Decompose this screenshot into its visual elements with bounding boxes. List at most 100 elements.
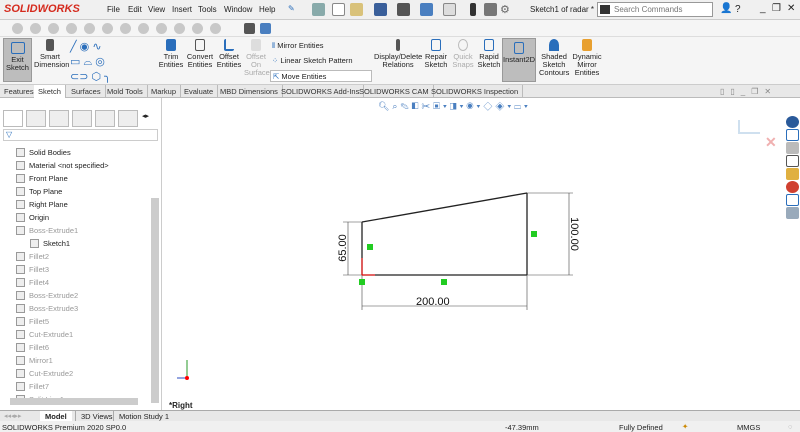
user-icon[interactable]: 👤: [720, 3, 732, 14]
menu-tools[interactable]: Tools: [198, 5, 217, 14]
tree-item[interactable]: Fillet5: [16, 317, 49, 330]
toolbar-icon[interactable]: [102, 23, 113, 34]
menu-view[interactable]: View: [148, 5, 165, 14]
rapid-sketch-button[interactable]: Rapid Sketch: [477, 39, 501, 69]
pin-icon[interactable]: ✎: [288, 4, 295, 13]
toolbar-icon[interactable]: [48, 23, 59, 34]
horizontal-scrollbar[interactable]: [10, 398, 138, 405]
menu-help[interactable]: Help: [259, 5, 275, 14]
minimize-icon[interactable]: _: [760, 3, 766, 14]
tree-item[interactable]: Right Plane: [16, 200, 68, 213]
dimxpert-tab-icon[interactable]: [72, 110, 92, 127]
file-properties-icon[interactable]: [484, 3, 497, 16]
save-icon[interactable]: [374, 3, 387, 16]
linear-pattern-button[interactable]: ⁘ Linear Sketch Pattern: [272, 56, 353, 65]
open-icon[interactable]: [350, 3, 363, 16]
appearances-icon[interactable]: [786, 181, 799, 193]
rebuild-status-icon[interactable]: ✦: [682, 422, 688, 431]
cam-tab-icon[interactable]: [118, 110, 138, 127]
tab-markup[interactable]: Markup: [147, 85, 182, 98]
feature-manager-tab-icon[interactable]: [3, 110, 23, 127]
tab-features[interactable]: Features: [0, 85, 39, 98]
tree-item[interactable]: Cut-Extrude1: [16, 330, 73, 343]
display-delete-relations-button[interactable]: Display/Delete Relations: [374, 39, 422, 69]
graphics-area[interactable]: 🔍︎⌕✎◧✂▣▾◨▾◉▾◇◈▾▭▾ ✕ 65.00 100.00 200.00 …: [165, 98, 785, 410]
toolbar-icon[interactable]: [192, 23, 203, 34]
tree-item[interactable]: Sketch1: [30, 239, 70, 252]
dimension-100[interactable]: 100.00: [568, 217, 580, 251]
view-window-controls[interactable]: ▯▯_❐✕: [720, 87, 777, 96]
dimension-200[interactable]: 200.00: [416, 296, 450, 308]
exit-sketch-button[interactable]: Exit Sketch: [3, 38, 32, 82]
tree-item[interactable]: Fillet6: [16, 343, 49, 356]
tab-inspection[interactable]: SOLIDWORKS Inspection: [427, 85, 524, 98]
tree-item[interactable]: Boss-Extrude1: [16, 226, 78, 239]
toolbar-icon[interactable]: [30, 23, 41, 34]
tree-item[interactable]: Fillet7: [16, 382, 49, 395]
tab-evaluate[interactable]: Evaluate: [180, 85, 219, 98]
options-gear-icon[interactable]: ⚙: [500, 3, 510, 16]
file-explorer-icon[interactable]: [786, 155, 799, 167]
home-icon[interactable]: [786, 129, 799, 141]
tree-item[interactable]: Fillet3: [16, 265, 49, 278]
view-palette-icon[interactable]: [786, 168, 799, 180]
tree-item[interactable]: Fillet4: [16, 278, 49, 291]
tab-cam[interactable]: SOLIDWORKS CAM: [355, 85, 434, 98]
tree-item[interactable]: Boss-Extrude2: [16, 291, 78, 304]
restore-icon[interactable]: ❐: [772, 3, 781, 14]
custom-properties-icon[interactable]: [786, 194, 799, 206]
toolbar-icon[interactable]: [84, 23, 95, 34]
instant2d-button[interactable]: Instant2D: [502, 38, 536, 82]
search-commands-input[interactable]: Search Commands: [597, 2, 713, 17]
menu-file[interactable]: File: [107, 5, 120, 14]
sketch-entities-grid[interactable]: ╱ ◉ ∿ ▭ ⌓ ◎ ⊂⊃ ⬡ ╮: [70, 40, 150, 85]
select-arrow-icon[interactable]: [443, 3, 456, 16]
tab-mbd-dimensions[interactable]: MBD Dimensions: [216, 85, 283, 98]
tab-surfaces[interactable]: Surfaces: [67, 85, 106, 98]
mirror-entities-button[interactable]: ⫴ Mirror Entities: [272, 41, 324, 51]
smart-dimension-button[interactable]: Smart Dimension: [34, 39, 69, 69]
help-icon[interactable]: ?: [735, 4, 741, 15]
camera-icon[interactable]: [244, 23, 255, 34]
dynamic-mirror-button[interactable]: Dynamic Mirror Entities: [571, 39, 603, 77]
tab-scroll-arrows[interactable]: ◂▸: [142, 112, 149, 120]
tab-scroll-arrows[interactable]: ◂◂◂▸▸: [4, 412, 22, 420]
tree-item[interactable]: Mirror1: [16, 356, 53, 369]
record-icon[interactable]: [260, 23, 271, 34]
menu-edit[interactable]: Edit: [128, 5, 142, 14]
tab-sketch[interactable]: Sketch: [34, 85, 66, 98]
vertical-scrollbar[interactable]: [151, 198, 159, 403]
trim-entities-button[interactable]: Trim Entities: [158, 39, 184, 69]
tree-item[interactable]: Boss-Extrude3: [16, 304, 78, 317]
toolbar-icon[interactable]: [210, 23, 221, 34]
toolbar-icon[interactable]: [174, 23, 185, 34]
tree-item[interactable]: Material <not specified>: [16, 161, 109, 174]
unit-system[interactable]: MMGS: [737, 423, 760, 432]
menu-window[interactable]: Window: [224, 5, 252, 14]
display-manager-tab-icon[interactable]: [95, 110, 115, 127]
print-icon[interactable]: [397, 3, 410, 16]
toolbar-icon[interactable]: [66, 23, 77, 34]
property-manager-tab-icon[interactable]: [26, 110, 46, 127]
shaded-sketch-contours-button[interactable]: Shaded Sketch Contours: [539, 39, 569, 77]
tree-item[interactable]: Cut-Extrude2: [16, 369, 73, 382]
repair-sketch-button[interactable]: Repair Sketch: [424, 39, 448, 69]
toolbar-icon[interactable]: [120, 23, 131, 34]
design-library-icon[interactable]: [786, 142, 799, 154]
toolbar-icon[interactable]: [12, 23, 23, 34]
toolbar-icon[interactable]: [138, 23, 149, 34]
forum-icon[interactable]: [786, 207, 799, 219]
configuration-manager-tab-icon[interactable]: [49, 110, 69, 127]
quick-snaps-button[interactable]: Quick Snaps: [452, 39, 474, 69]
tree-item[interactable]: Fillet2: [16, 252, 49, 265]
move-entities-dropdown[interactable]: ⇱ Move Entities: [270, 70, 372, 82]
convert-entities-button[interactable]: Convert Entities: [186, 39, 214, 69]
offset-entities-button[interactable]: Offset Entities: [216, 39, 242, 69]
new-document-icon[interactable]: [332, 3, 345, 16]
filter-bar[interactable]: ▽: [3, 129, 158, 141]
tab-mold-tools[interactable]: Mold Tools: [103, 85, 148, 98]
tree-item[interactable]: Solid Bodies: [16, 148, 71, 161]
home-icon[interactable]: [312, 3, 325, 16]
tree-item[interactable]: Origin: [16, 213, 49, 226]
toolbar-icon[interactable]: [156, 23, 167, 34]
